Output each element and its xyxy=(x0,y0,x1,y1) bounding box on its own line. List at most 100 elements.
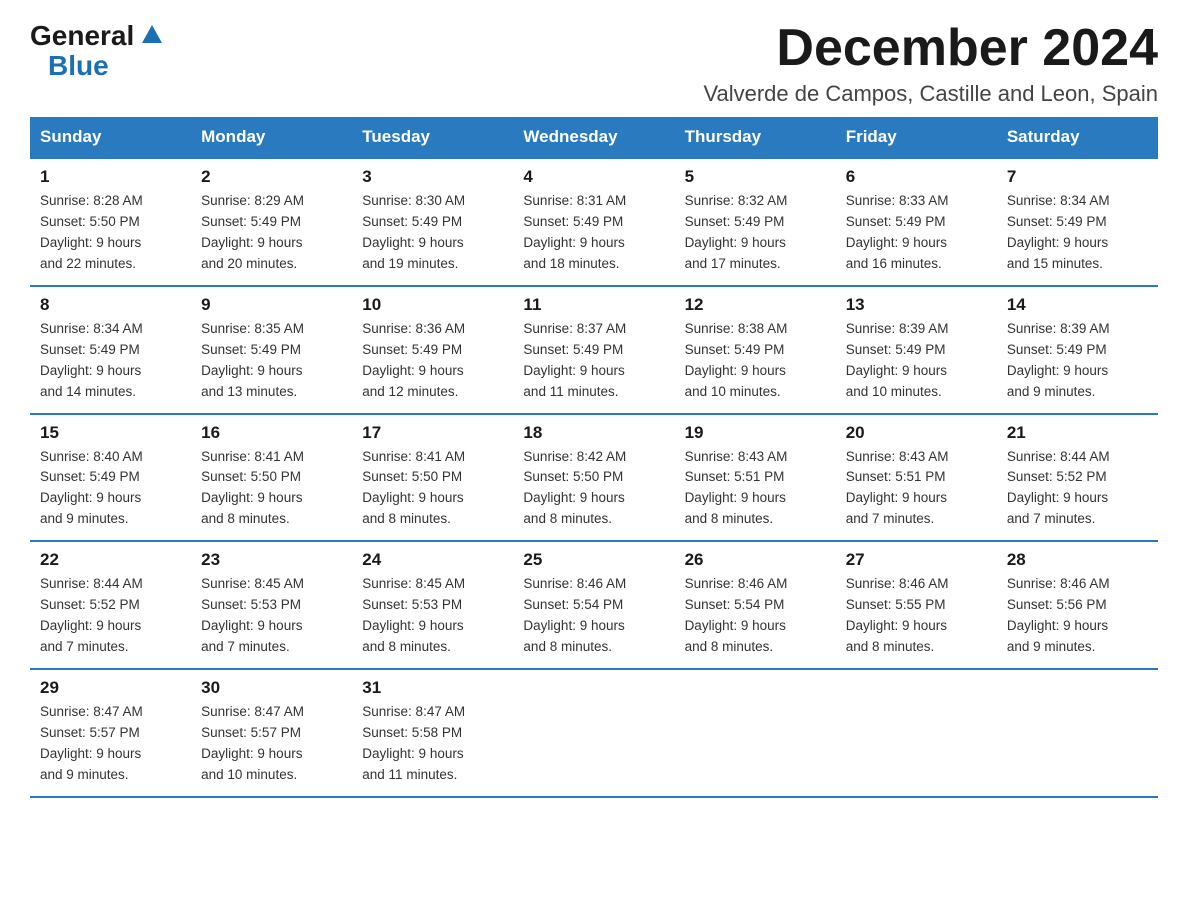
day-info: Sunrise: 8:36 AMSunset: 5:49 PMDaylight:… xyxy=(362,319,503,403)
day-number: 1 xyxy=(40,167,181,187)
day-number: 26 xyxy=(685,550,826,570)
day-info: Sunrise: 8:45 AMSunset: 5:53 PMDaylight:… xyxy=(201,574,342,658)
table-row: 20Sunrise: 8:43 AMSunset: 5:51 PMDayligh… xyxy=(836,414,997,542)
table-row xyxy=(997,669,1158,797)
day-number: 10 xyxy=(362,295,503,315)
day-info: Sunrise: 8:31 AMSunset: 5:49 PMDaylight:… xyxy=(523,191,664,275)
month-title: December 2024 xyxy=(703,20,1158,77)
table-row: 17 Sunrise: 8:41 AMSunset: 5:50 PMDayligh… xyxy=(352,414,513,542)
calendar-header-row: Sunday Monday Tuesday Wednesday Thursday… xyxy=(30,117,1158,158)
location-title: Valverde de Campos, Castille and Leon, S… xyxy=(703,81,1158,107)
day-info: Sunrise: 8:41 AMSunset: 5:50 PMDaylight:… xyxy=(201,447,342,531)
table-row: 31Sunrise: 8:47 AMSunset: 5:58 PMDayligh… xyxy=(352,669,513,797)
table-row: 2 Sunrise: 8:29 AMSunset: 5:49 PMDaylight… xyxy=(191,158,352,286)
day-number: 5 xyxy=(685,167,826,187)
day-number: 7 xyxy=(1007,167,1148,187)
table-row: 21Sunrise: 8:44 AMSunset: 5:52 PMDayligh… xyxy=(997,414,1158,542)
table-row xyxy=(836,669,997,797)
day-number: 25 xyxy=(523,550,664,570)
table-row: 1 Sunrise: 8:28 AMSunset: 5:50 PMDaylight… xyxy=(30,158,191,286)
day-info: Sunrise: 8:43 AMSunset: 5:51 PMDaylight:… xyxy=(846,447,987,531)
day-number: 19 xyxy=(685,423,826,443)
day-number: 9 xyxy=(201,295,342,315)
table-row: 4 Sunrise: 8:31 AMSunset: 5:49 PMDaylight… xyxy=(513,158,674,286)
table-row: 7 Sunrise: 8:34 AMSunset: 5:49 PMDaylight… xyxy=(997,158,1158,286)
calendar-table: Sunday Monday Tuesday Wednesday Thursday… xyxy=(30,117,1158,797)
day-info: Sunrise: 8:28 AMSunset: 5:50 PMDaylight:… xyxy=(40,191,181,275)
logo: General Blue xyxy=(30,20,162,82)
calendar-week-row: 15 Sunrise: 8:40 AMSunset: 5:49 PMDayligh… xyxy=(30,414,1158,542)
title-area: December 2024 Valverde de Campos, Castil… xyxy=(703,20,1158,107)
day-number: 16 xyxy=(201,423,342,443)
table-row: 23Sunrise: 8:45 AMSunset: 5:53 PMDayligh… xyxy=(191,541,352,669)
day-info: Sunrise: 8:46 AMSunset: 5:54 PMDaylight:… xyxy=(685,574,826,658)
day-number: 15 xyxy=(40,423,181,443)
day-info: Sunrise: 8:33 AMSunset: 5:49 PMDaylight:… xyxy=(846,191,987,275)
day-info: Sunrise: 8:35 AMSunset: 5:49 PMDaylight:… xyxy=(201,319,342,403)
table-row: 29Sunrise: 8:47 AMSunset: 5:57 PMDayligh… xyxy=(30,669,191,797)
table-row: 28 Sunrise: 8:46 AMSunset: 5:56 PMDayligh… xyxy=(997,541,1158,669)
day-info: Sunrise: 8:45 AMSunset: 5:53 PMDaylight:… xyxy=(362,574,503,658)
day-info: Sunrise: 8:39 AMSunset: 5:49 PMDaylight:… xyxy=(846,319,987,403)
table-row: 15 Sunrise: 8:40 AMSunset: 5:49 PMDayligh… xyxy=(30,414,191,542)
day-number: 12 xyxy=(685,295,826,315)
table-row: 27 Sunrise: 8:46 AMSunset: 5:55 PMDayligh… xyxy=(836,541,997,669)
day-number: 14 xyxy=(1007,295,1148,315)
logo-flag-icon xyxy=(136,23,162,50)
day-number: 3 xyxy=(362,167,503,187)
table-row: 13 Sunrise: 8:39 AMSunset: 5:49 PMDayligh… xyxy=(836,286,997,414)
table-row: 18 Sunrise: 8:42 AMSunset: 5:50 PMDayligh… xyxy=(513,414,674,542)
day-info: Sunrise: 8:46 AMSunset: 5:56 PMDaylight:… xyxy=(1007,574,1148,658)
col-friday: Friday xyxy=(836,117,997,158)
day-info: Sunrise: 8:32 AMSunset: 5:49 PMDaylight:… xyxy=(685,191,826,275)
table-row: 5 Sunrise: 8:32 AMSunset: 5:49 PMDaylight… xyxy=(675,158,836,286)
day-info: Sunrise: 8:39 AMSunset: 5:49 PMDaylight:… xyxy=(1007,319,1148,403)
day-info: Sunrise: 8:46 AMSunset: 5:55 PMDaylight:… xyxy=(846,574,987,658)
day-info: Sunrise: 8:40 AMSunset: 5:49 PMDaylight:… xyxy=(40,447,181,531)
table-row: 6Sunrise: 8:33 AMSunset: 5:49 PMDaylight… xyxy=(836,158,997,286)
header: General Blue December 2024 Valverde de C… xyxy=(30,20,1158,107)
day-info: Sunrise: 8:41 AMSunset: 5:50 PMDaylight:… xyxy=(362,447,503,531)
day-info: Sunrise: 8:43 AMSunset: 5:51 PMDaylight:… xyxy=(685,447,826,531)
day-info: Sunrise: 8:47 AMSunset: 5:58 PMDaylight:… xyxy=(362,702,503,786)
day-number: 13 xyxy=(846,295,987,315)
day-number: 11 xyxy=(523,295,664,315)
table-row: 25 Sunrise: 8:46 AMSunset: 5:54 PMDayligh… xyxy=(513,541,674,669)
day-info: Sunrise: 8:42 AMSunset: 5:50 PMDaylight:… xyxy=(523,447,664,531)
logo-blue-text: Blue xyxy=(48,50,109,82)
day-number: 30 xyxy=(201,678,342,698)
table-row: 11Sunrise: 8:37 AMSunset: 5:49 PMDayligh… xyxy=(513,286,674,414)
col-monday: Monday xyxy=(191,117,352,158)
day-info: Sunrise: 8:29 AMSunset: 5:49 PMDaylight:… xyxy=(201,191,342,275)
table-row: 24Sunrise: 8:45 AMSunset: 5:53 PMDayligh… xyxy=(352,541,513,669)
day-number: 18 xyxy=(523,423,664,443)
col-sunday: Sunday xyxy=(30,117,191,158)
day-info: Sunrise: 8:46 AMSunset: 5:54 PMDaylight:… xyxy=(523,574,664,658)
col-tuesday: Tuesday xyxy=(352,117,513,158)
day-number: 28 xyxy=(1007,550,1148,570)
day-info: Sunrise: 8:38 AMSunset: 5:49 PMDaylight:… xyxy=(685,319,826,403)
table-row: 19 Sunrise: 8:43 AMSunset: 5:51 PMDayligh… xyxy=(675,414,836,542)
day-number: 22 xyxy=(40,550,181,570)
table-row xyxy=(675,669,836,797)
day-number: 21 xyxy=(1007,423,1148,443)
day-info: Sunrise: 8:47 AMSunset: 5:57 PMDaylight:… xyxy=(201,702,342,786)
day-number: 27 xyxy=(846,550,987,570)
calendar-week-row: 8Sunrise: 8:34 AMSunset: 5:49 PMDaylight… xyxy=(30,286,1158,414)
calendar-week-row: 29 Sunrise: 8:47 AMSunset: 5:57 PMDayligh… xyxy=(30,669,1158,797)
table-row: 9 Sunrise: 8:35 AMSunset: 5:49 PMDaylight… xyxy=(191,286,352,414)
table-row: 12 Sunrise: 8:38 AMSunset: 5:49 PMDayligh… xyxy=(675,286,836,414)
calendar-week-row: 1 Sunrise: 8:28 AMSunset: 5:50 PMDaylight… xyxy=(30,158,1158,286)
day-info: Sunrise: 8:34 AMSunset: 5:49 PMDaylight:… xyxy=(1007,191,1148,275)
table-row xyxy=(513,669,674,797)
day-number: 29 xyxy=(40,678,181,698)
day-number: 4 xyxy=(523,167,664,187)
logo-general-text: General xyxy=(30,20,134,52)
table-row: 26 Sunrise: 8:46 AMSunset: 5:54 PMDayligh… xyxy=(675,541,836,669)
col-wednesday: Wednesday xyxy=(513,117,674,158)
table-row: 14 Sunrise: 8:39 AMSunset: 5:49 PMDayligh… xyxy=(997,286,1158,414)
table-row: 30 Sunrise: 8:47 AMSunset: 5:57 PMDayligh… xyxy=(191,669,352,797)
day-info: Sunrise: 8:34 AMSunset: 5:49 PMDaylight:… xyxy=(40,319,181,403)
day-number: 17 xyxy=(362,423,503,443)
day-number: 2 xyxy=(201,167,342,187)
